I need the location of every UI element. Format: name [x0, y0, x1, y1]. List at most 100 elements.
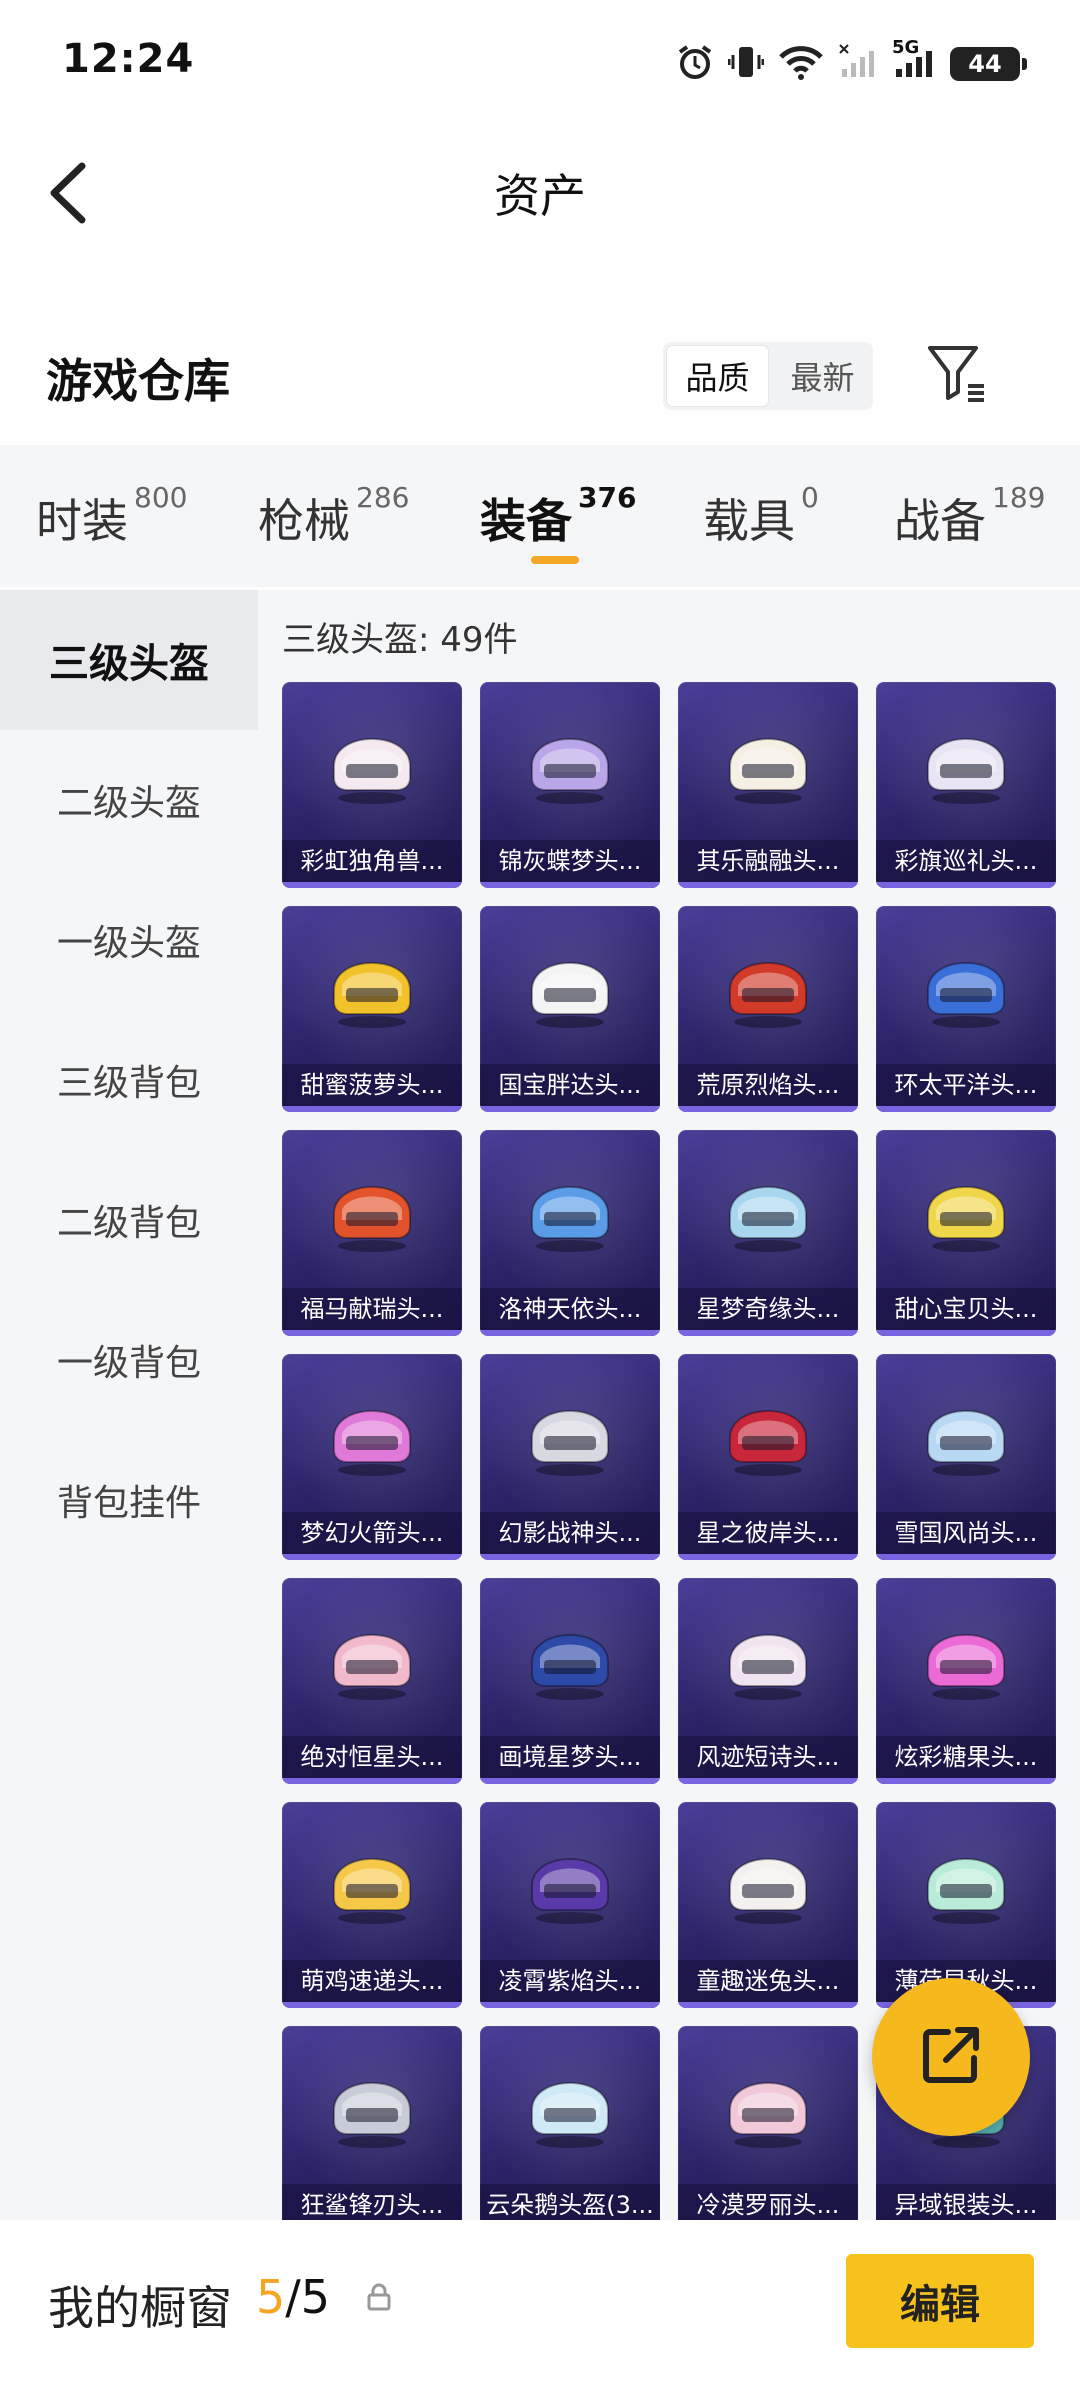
helmet-image: [927, 1410, 1005, 1476]
item-card[interactable]: 幻影战神头...: [480, 1354, 660, 1560]
item-card[interactable]: 彩虹独角兽...: [282, 682, 462, 888]
sidebar-item-level2-helmet[interactable]: 二级头盔: [0, 730, 258, 870]
item-card[interactable]: 其乐融融头...: [678, 682, 858, 888]
showcase-count: 5/5: [256, 2270, 330, 2324]
page-title: 资产: [494, 169, 586, 223]
item-card[interactable]: 薄荷早秋头...: [876, 1802, 1056, 2008]
item-card[interactable]: 炫彩糖果头...: [876, 1578, 1056, 1784]
sort-newest-button[interactable]: 最新: [772, 342, 873, 410]
rarity-bar: [282, 882, 462, 888]
rarity-bar: [678, 1778, 858, 1784]
rarity-bar: [480, 1554, 660, 1560]
rarity-bar: [282, 2002, 462, 2008]
item-card[interactable]: 凌霄紫焰头...: [480, 1802, 660, 2008]
helmet-image: [531, 2082, 609, 2148]
alarm-icon: [676, 43, 714, 85]
helmet-image: [333, 738, 411, 804]
helmet-image: [927, 1858, 1005, 1924]
helmet-image: [927, 962, 1005, 1028]
filter-icon[interactable]: [924, 340, 990, 406]
tab-equipment[interactable]: 装备 376: [480, 481, 636, 551]
sidebar-item-backpack-charm[interactable]: 背包挂件: [0, 1430, 258, 1570]
helmet-image: [729, 962, 807, 1028]
sidebar-item-level1-backpack[interactable]: 一级背包: [0, 1290, 258, 1430]
item-card[interactable]: 甜心宝贝头...: [876, 1130, 1056, 1336]
item-card[interactable]: 荒原烈焰头...: [678, 906, 858, 1112]
item-card[interactable]: 星之彼岸头...: [678, 1354, 858, 1560]
item-name: 锦灰蝶梦头...: [480, 840, 660, 882]
helmet-image: [927, 1634, 1005, 1700]
item-card[interactable]: 福马献瑞头...: [282, 1130, 462, 1336]
rarity-bar: [876, 1106, 1056, 1112]
share-fab-button[interactable]: [872, 1978, 1030, 2136]
helmet-image: [729, 1858, 807, 1924]
helmet-image: [531, 1186, 609, 1252]
helmet-image: [531, 962, 609, 1028]
helmet-image: [729, 1410, 807, 1476]
status-icons: 5G 44: [676, 37, 1027, 86]
item-name: 彩旗巡礼头...: [876, 840, 1056, 882]
item-name: 彩虹独角兽...: [282, 840, 462, 882]
item-card[interactable]: 冷漠罗丽头...: [678, 2026, 858, 2232]
rarity-bar: [480, 882, 660, 888]
tab-fashion[interactable]: 时装 800: [36, 481, 187, 551]
wifi-icon: [778, 43, 824, 85]
item-card[interactable]: 风迹短诗头...: [678, 1578, 858, 1784]
share-external-icon: [918, 2022, 984, 2092]
rarity-bar: [876, 882, 1056, 888]
tab-label: 时装: [36, 494, 128, 548]
item-name: 国宝胖达头...: [480, 1064, 660, 1106]
tab-count: 800: [134, 481, 188, 514]
tab-weapons[interactable]: 枪械 286: [258, 481, 409, 551]
rarity-bar: [678, 882, 858, 888]
item-card[interactable]: 环太平洋头...: [876, 906, 1056, 1112]
helmet-image: [333, 1858, 411, 1924]
item-card[interactable]: 云朵鹅头盔(3...: [480, 2026, 660, 2232]
item-name: 画境星梦头...: [480, 1736, 660, 1778]
item-card[interactable]: 锦灰蝶梦头...: [480, 682, 660, 888]
signal-5g-icon: 5G: [892, 37, 936, 85]
tab-label: 战备: [894, 494, 986, 548]
item-card[interactable]: 狂鲨锋刃头...: [282, 2026, 462, 2232]
tab-label: 装备: [480, 494, 572, 548]
rarity-bar: [480, 1106, 660, 1112]
edit-button[interactable]: 编辑: [846, 2254, 1034, 2348]
rarity-bar: [282, 1778, 462, 1784]
rarity-bar: [876, 1554, 1056, 1560]
item-name: 绝对恒星头...: [282, 1736, 462, 1778]
rarity-bar: [480, 2002, 660, 2008]
helmet-image: [729, 738, 807, 804]
item-card[interactable]: 绝对恒星头...: [282, 1578, 462, 1784]
item-name: 幻影战神头...: [480, 1512, 660, 1554]
sidebar-item-level3-helmet[interactable]: 三级头盔: [0, 590, 258, 730]
rarity-bar: [678, 1106, 858, 1112]
tab-vehicles[interactable]: 载具 0: [703, 481, 819, 551]
item-card[interactable]: 萌鸡速递头...: [282, 1802, 462, 2008]
item-name: 洛神天依头...: [480, 1288, 660, 1330]
helmet-image: [531, 738, 609, 804]
item-card[interactable]: 洛神天依头...: [480, 1130, 660, 1336]
sort-quality-button[interactable]: 品质: [667, 346, 768, 406]
rarity-bar: [678, 1330, 858, 1336]
status-bar: 12:24 5G 44: [0, 0, 1080, 120]
lock-icon: [364, 2282, 394, 2312]
item-card[interactable]: 星梦奇缘头...: [678, 1130, 858, 1336]
item-name: 萌鸡速递头...: [282, 1960, 462, 2002]
item-card[interactable]: 甜蜜菠萝头...: [282, 906, 462, 1112]
item-card[interactable]: 梦幻火箭头...: [282, 1354, 462, 1560]
item-card[interactable]: 彩旗巡礼头...: [876, 682, 1056, 888]
tab-combat-supplies[interactable]: 战备 189: [894, 481, 1045, 551]
sidebar-item-level2-backpack[interactable]: 二级背包: [0, 1150, 258, 1290]
item-card[interactable]: 国宝胖达头...: [480, 906, 660, 1112]
item-card[interactable]: 雪国风尚头...: [876, 1354, 1056, 1560]
warehouse-title: 游戏仓库: [46, 354, 230, 408]
helmet-image: [927, 1186, 1005, 1252]
item-card[interactable]: 童趣迷兔头...: [678, 1802, 858, 2008]
helmet-image: [333, 2082, 411, 2148]
sidebar-item-level1-helmet[interactable]: 一级头盔: [0, 870, 258, 1010]
tab-label: 枪械: [258, 494, 350, 548]
item-name: 甜蜜菠萝头...: [282, 1064, 462, 1106]
sidebar-item-level3-backpack[interactable]: 三级背包: [0, 1010, 258, 1150]
showcase-total: /5: [285, 2270, 331, 2324]
item-card[interactable]: 画境星梦头...: [480, 1578, 660, 1784]
